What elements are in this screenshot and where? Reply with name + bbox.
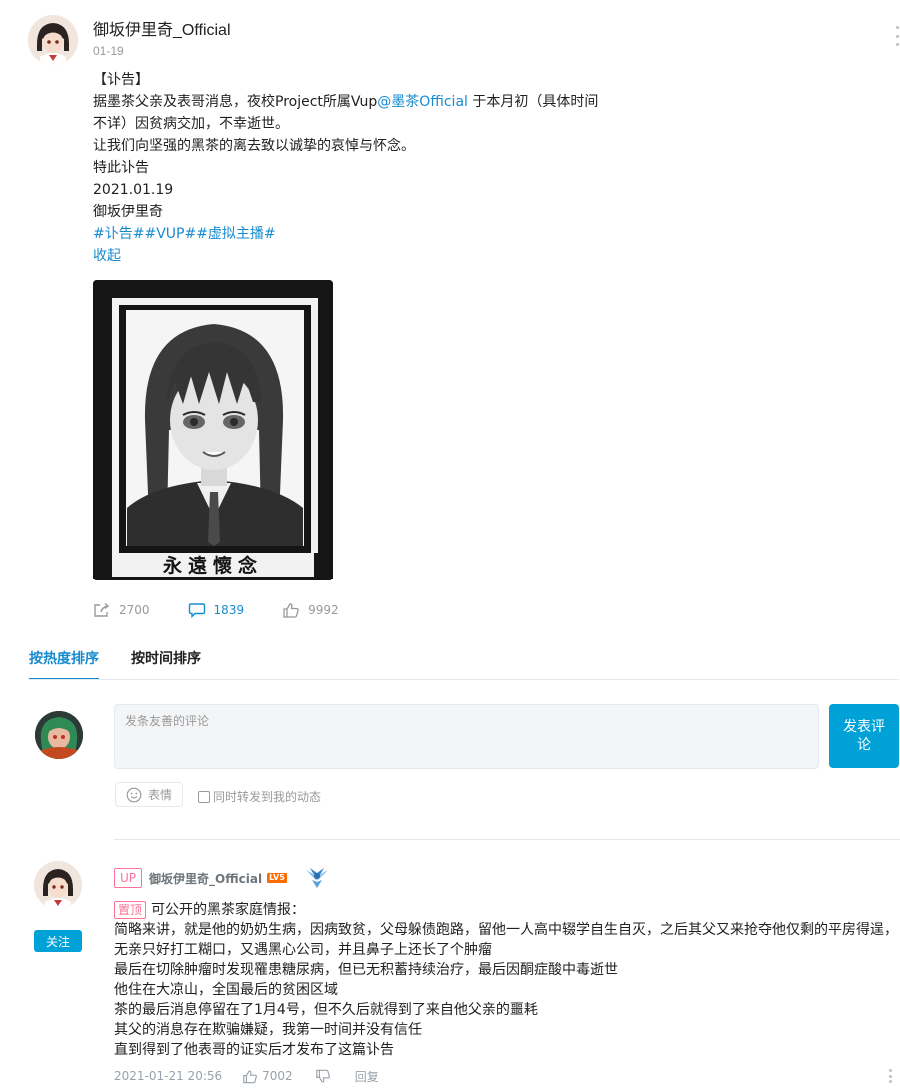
collapse-link[interactable]: 收起 bbox=[93, 245, 653, 267]
comment-line: 简略来讲，就是他的奶奶生病，因病致贫，父母躲债跑路，留他一人高中辍学自生自灭，之… bbox=[114, 922, 898, 938]
repost-checkbox[interactable]: 同时转发到我的动态 bbox=[198, 788, 321, 805]
tab-sort-by-time[interactable]: 按时间排序 bbox=[131, 648, 201, 680]
post-text: 于本月初（具体时间 bbox=[467, 94, 599, 110]
share-button[interactable]: 2700 bbox=[93, 602, 150, 618]
comment-like-count: 7002 bbox=[262, 1069, 293, 1083]
post-header: 御坂伊里奇_Official 01-19 bbox=[0, 0, 900, 70]
comment-time: 2021-01-21 20:56 bbox=[114, 1069, 223, 1083]
comment-line: 他住在大凉山，全国最后的贫困区域 bbox=[114, 982, 338, 998]
submit-comment-button[interactable]: 发表评论 bbox=[829, 704, 899, 768]
more-options-icon[interactable] bbox=[894, 26, 900, 46]
comment-like-button[interactable]: 7002 bbox=[242, 1069, 293, 1084]
comment-input[interactable]: 发条友善的评论 bbox=[114, 704, 819, 769]
comment-line: 无亲只好打工糊口，又遇黑心公司，并且鼻子上还长了个肿瘤 bbox=[114, 942, 492, 958]
post-line: 2021.01.19 bbox=[93, 182, 174, 198]
comment-more-icon[interactable] bbox=[889, 1069, 892, 1083]
thumbs-up-icon bbox=[283, 603, 299, 618]
commenter-name[interactable]: 御坂伊里奇_Official bbox=[149, 870, 262, 887]
post-line: 特此讣告 bbox=[93, 160, 149, 176]
comment-text: 可公开的黑茶家庭情报： bbox=[151, 902, 306, 918]
share-icon bbox=[94, 602, 110, 617]
emoji-label: 表情 bbox=[147, 788, 172, 802]
thumbs-up-icon bbox=[243, 1070, 258, 1083]
comment-header: UP 御坂伊里奇_Official LV5 bbox=[114, 868, 331, 888]
author-avatar[interactable] bbox=[28, 15, 78, 65]
comment-content: 置顶 可公开的黑茶家庭情报： 简略来讲，就是他的奶奶生病，因病致贫，父母躲债跑路，… bbox=[114, 900, 900, 1060]
comment-line: 最后在切除肿瘤时发现罹患糖尿病，但已无积蓄持续治疗，最后因酮症酸中毒逝世 bbox=[114, 962, 618, 978]
comment-sort-tabs: 按热度排序 按时间排序 bbox=[29, 648, 233, 680]
comment-line: 置顶 可公开的黑茶家庭情报： bbox=[114, 900, 900, 920]
commenter-avatar[interactable] bbox=[34, 861, 82, 909]
like-button[interactable]: 9992 bbox=[282, 602, 339, 618]
divider bbox=[29, 679, 899, 680]
up-badge: UP bbox=[114, 868, 143, 888]
fan-medal-icon bbox=[305, 868, 328, 888]
level-badge: LV5 bbox=[267, 873, 287, 883]
pinned-badge: 置顶 bbox=[114, 901, 147, 919]
post-line: 【讣告】 bbox=[93, 72, 149, 88]
comment-footer: 2021-01-21 20:56 7002 回复 bbox=[114, 1066, 900, 1086]
author-name[interactable]: 御坂伊里奇_Official bbox=[93, 16, 231, 40]
tab-sort-by-hot[interactable]: 按热度排序 bbox=[29, 648, 99, 680]
post-stats: 2700 1839 9992 bbox=[93, 600, 377, 620]
comment-line: 茶的最后消息停留在了1月4号，但不久后就得到了来自他父亲的噩耗 bbox=[114, 1002, 538, 1018]
post-line: 据墨茶父亲及表哥消息，夜校Project所属Vup@墨茶Official 于本月… bbox=[93, 91, 653, 113]
memorial-image[interactable]: 永遠懷念 bbox=[93, 280, 333, 580]
follow-button[interactable]: 关注 bbox=[34, 930, 82, 952]
post-body: 【讣告】 据墨茶父亲及表哥消息，夜校Project所属Vup@墨茶Officia… bbox=[93, 69, 653, 267]
post-line: 让我们向坚强的黑茶的离去致以诚挚的哀悼与怀念。 bbox=[93, 138, 415, 154]
comment-dislike-button[interactable] bbox=[315, 1069, 331, 1084]
reply-button[interactable]: 回复 bbox=[355, 1068, 379, 1085]
smiley-icon bbox=[126, 787, 142, 802]
comment-line: 其父的消息存在欺骗嫌疑，我第一时间并没有信任 bbox=[114, 1022, 422, 1038]
image-caption-label: 永遠懷念 bbox=[93, 553, 333, 579]
current-user-avatar[interactable] bbox=[35, 711, 83, 759]
hashtag-links[interactable]: #讣告##VUP##虚拟主播# bbox=[93, 223, 653, 245]
thumbs-down-icon bbox=[315, 1069, 330, 1082]
repost-label: 同时转发到我的动态 bbox=[213, 790, 322, 804]
post-line: 不详）因贫病交加，不幸逝世。 bbox=[93, 116, 289, 132]
share-count: 2700 bbox=[119, 603, 150, 617]
post-text: 据墨茶父亲及表哥消息，夜校Project所属Vup bbox=[93, 94, 378, 110]
comment-count: 1839 bbox=[213, 603, 245, 617]
emoji-button[interactable]: 表情 bbox=[115, 782, 183, 807]
mention-link[interactable]: @墨茶Official bbox=[377, 94, 468, 110]
post-line: 御坂伊里奇 bbox=[93, 204, 163, 220]
post-date: 01-19 bbox=[93, 44, 124, 58]
like-count: 9992 bbox=[308, 603, 339, 617]
comment-icon bbox=[188, 603, 205, 618]
comment-line: 直到得到了他表哥的证实后才发布了这篇讣告 bbox=[114, 1042, 394, 1058]
comment-button[interactable]: 1839 bbox=[188, 602, 245, 618]
checkbox[interactable] bbox=[198, 790, 210, 803]
divider bbox=[114, 839, 900, 840]
